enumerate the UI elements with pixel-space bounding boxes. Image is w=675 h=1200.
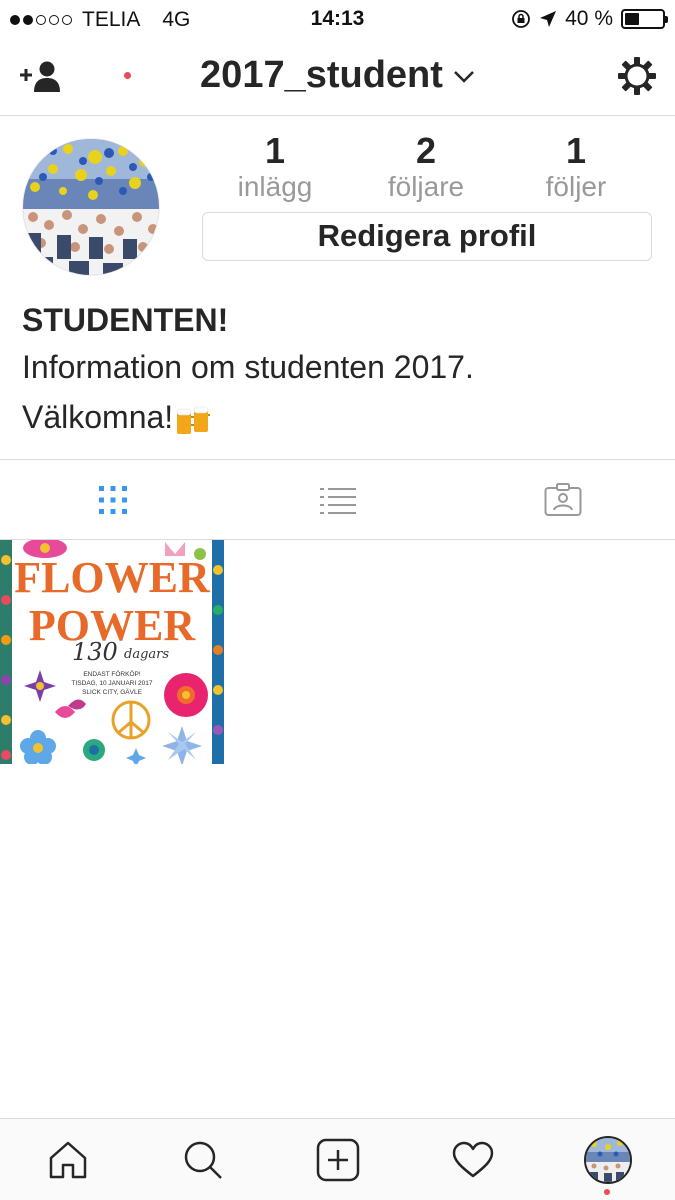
status-bar: TELIA 4G 14:13 40 % [0, 0, 675, 38]
rotation-lock-icon [512, 10, 531, 28]
stat-posts[interactable]: 1 inlägg [200, 130, 350, 202]
tab-grid[interactable] [0, 460, 225, 540]
poster-info-1: ENDAST FÖRKÖP! [83, 670, 141, 678]
tab-list[interactable] [225, 460, 450, 540]
poster-title-1: FLOWER [14, 553, 211, 602]
bio-name: STUDENTEN! [22, 302, 229, 338]
bio-line-2-wrap: Välkomna! [22, 394, 652, 440]
nav-home[interactable] [0, 1119, 135, 1200]
profile-stats: 1 inlägg 2 följare 1 följer [200, 130, 652, 210]
bio-line-2: Välkomna! [22, 399, 174, 435]
username-title: 2017_student [200, 54, 443, 96]
gear-icon[interactable] [617, 56, 657, 96]
beer-mugs-emoji [176, 406, 211, 434]
stat-following-count: 1 [565, 130, 587, 171]
chevron-down-icon [454, 71, 474, 83]
bottom-tab-bar [0, 1118, 675, 1200]
stat-following[interactable]: 1 följer [501, 130, 651, 202]
profile-avatar[interactable] [22, 138, 160, 276]
stat-followers-count: 2 [415, 130, 437, 171]
stat-followers-label: följare [387, 171, 465, 202]
stat-posts-count: 1 [264, 130, 286, 171]
profile-view-tabs [0, 459, 675, 540]
add-post-icon [316, 1138, 359, 1182]
tagged-person-icon [544, 483, 581, 516]
profile-bio: STUDENTEN! Information om studenten 2017… [22, 300, 652, 440]
flower-power-poster: FLOWER POWER 130 dagars ENDAST FÖRKÖP! T… [0, 540, 224, 764]
tab-tagged[interactable] [450, 460, 675, 540]
nav-activity[interactable] [405, 1119, 540, 1200]
poster-subtitle-num: 130 [72, 638, 118, 666]
grid-icon [98, 486, 127, 514]
profile-header-bar: 2017_student [0, 38, 675, 116]
poster-info-3: SLICK CITY, GÄVLE [82, 688, 143, 696]
heart-icon [452, 1141, 493, 1178]
nav-add[interactable] [270, 1119, 405, 1200]
nav-search[interactable] [135, 1119, 270, 1200]
avatar-crowd-image [23, 139, 159, 275]
battery-icon [621, 9, 668, 29]
poster-subtitle-word: dagars [124, 647, 169, 662]
search-icon [184, 1141, 222, 1179]
stat-posts-label: inlägg [237, 171, 313, 202]
profile-avatar-small [583, 1136, 632, 1184]
profile-notification-dot [604, 1189, 610, 1195]
username-dropdown[interactable]: 2017_student [0, 54, 675, 97]
poster-info-2: TISDAG, 10 JANUARI 2017 [72, 680, 153, 687]
status-right: 40 % [511, 7, 668, 31]
stat-followers[interactable]: 2 följare [351, 130, 501, 202]
post-thumbnail[interactable]: FLOWER POWER 130 dagars ENDAST FÖRKÖP! T… [0, 540, 224, 764]
bio-line-1: Information om studenten 2017. [22, 349, 474, 385]
list-icon [319, 488, 356, 514]
home-icon [49, 1141, 86, 1179]
stat-following-label: följer [545, 171, 607, 202]
location-arrow-icon [540, 11, 557, 27]
edit-profile-button[interactable]: Redigera profil [202, 212, 652, 261]
battery-percent: 40 % [565, 7, 613, 30]
nav-profile[interactable] [540, 1119, 675, 1200]
